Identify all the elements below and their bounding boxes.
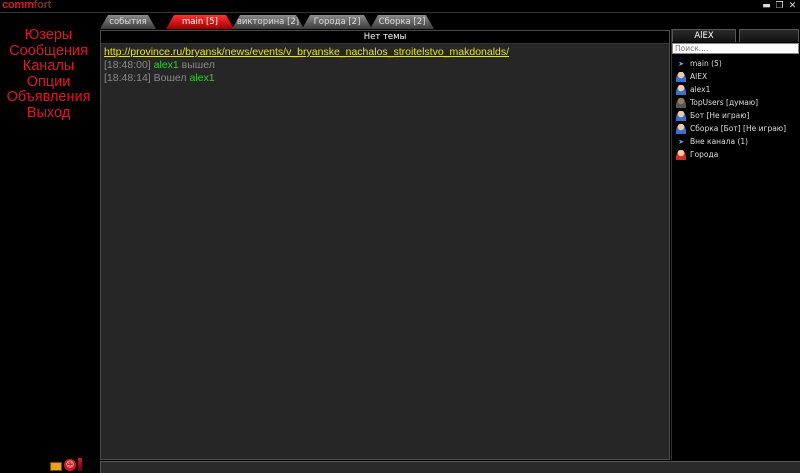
minimize-button[interactable]: ▬	[761, 1, 772, 11]
channel-icon: ➤	[678, 59, 684, 68]
logo-part-fort: fort	[33, 0, 52, 11]
channel-topic: Нет темы	[101, 31, 669, 44]
menu-item-options[interactable]: Опции	[0, 74, 97, 91]
list-item[interactable]: AlEX	[672, 70, 800, 83]
tab-main[interactable]: main [5]	[166, 15, 234, 29]
app-logo: commfort	[2, 0, 51, 11]
users-panel: AlEX ➤ main (5) AlEX alex1 TopUsers [дума…	[671, 29, 800, 460]
user-icon	[676, 84, 686, 95]
chat-area: Нет темы http://province.ru/bryansk/news…	[100, 30, 670, 460]
message-nick[interactable]: alex1	[154, 59, 179, 71]
user-icon	[676, 123, 686, 134]
channel-tabs: события main [5] викторина [2] Города [2…	[98, 14, 670, 30]
title-bar: commfort ▬ ❐ ✕	[0, 0, 800, 13]
logo-part-comm: comm	[2, 0, 34, 11]
channel-icon: ➤	[678, 137, 684, 146]
user-icon	[676, 110, 686, 121]
restore-button[interactable]: ❐	[774, 1, 785, 11]
list-item[interactable]: Бот [Не играю]	[672, 109, 800, 122]
tab-assembly[interactable]: Сборка [2]	[370, 15, 434, 29]
signal-icon	[78, 458, 82, 471]
message-line: [18:48:00] alex1 вышел	[104, 59, 666, 72]
list-item-label: Бот [Не играю]	[690, 111, 750, 120]
close-button[interactable]: ✕	[787, 1, 798, 11]
list-item[interactable]: Городa	[672, 148, 800, 161]
list-item[interactable]: TopUsers [думаю]	[672, 96, 800, 109]
window-controls: ▬ ❐ ✕	[761, 1, 798, 11]
list-item-label: TopUsers [думаю]	[690, 98, 759, 107]
message-timestamp: [18:48:14]	[104, 72, 151, 84]
list-item[interactable]: ➤ main (5)	[672, 57, 800, 70]
user-list: ➤ main (5) AlEX alex1 TopUsers [думаю] Бо…	[672, 57, 800, 161]
menu-item-users[interactable]: Юзеры	[0, 27, 97, 44]
status-tray: ☺	[50, 458, 82, 471]
message-link[interactable]: http://province.ru/bryansk/news/events/v…	[104, 46, 666, 59]
menu-item-messages[interactable]: Сообщения	[0, 43, 97, 60]
message-log[interactable]: http://province.ru/bryansk/news/events/v…	[101, 44, 669, 87]
message-nick[interactable]: alex1	[189, 72, 214, 84]
menu-item-exit[interactable]: Выход	[0, 105, 97, 122]
list-item[interactable]: Сборка [Бот] [Не играю]	[672, 122, 800, 135]
smiley-icon[interactable]: ☺	[64, 459, 76, 471]
list-item-label: Вне канала (1)	[690, 137, 749, 146]
user-icon	[676, 71, 686, 82]
users-tab-blank[interactable]	[739, 29, 799, 42]
tab-quiz[interactable]: викторина [2]	[232, 15, 304, 29]
tab-cities[interactable]: Города [2]	[302, 15, 372, 29]
tab-events[interactable]: события	[100, 15, 156, 29]
users-panel-tabs: AlEX	[672, 29, 800, 42]
list-item[interactable]: alex1	[672, 83, 800, 96]
menu-item-channels[interactable]: Каналы	[0, 59, 97, 75]
list-item[interactable]: ➤ Вне канала (1)	[672, 135, 800, 148]
list-item-label: AlEX	[690, 72, 708, 81]
message-text: Вошел	[153, 72, 187, 84]
message-input[interactable]	[100, 461, 800, 473]
message-timestamp: [18:48:00]	[104, 59, 151, 71]
message-line: [18:48:14] Вошел alex1	[104, 72, 666, 85]
main-menu: Юзеры Сообщения Каналы Опции Объявления …	[0, 27, 97, 122]
user-red-icon	[676, 149, 686, 160]
user-away-icon	[676, 97, 686, 108]
users-tab-self[interactable]: AlEX	[672, 29, 736, 42]
list-item-label: Сборка [Бот] [Не играю]	[690, 124, 787, 133]
menu-item-announcements[interactable]: Объявления	[0, 90, 97, 106]
message-text: вышел	[181, 59, 215, 71]
list-item-label: alex1	[690, 85, 711, 94]
list-item-label: main (5)	[690, 59, 722, 68]
user-search-input[interactable]	[672, 43, 799, 54]
envelope-icon[interactable]	[50, 462, 62, 471]
list-item-label: Городa	[690, 150, 719, 159]
left-menu-panel: Юзеры Сообщения Каналы Опции Объявления …	[0, 14, 97, 473]
